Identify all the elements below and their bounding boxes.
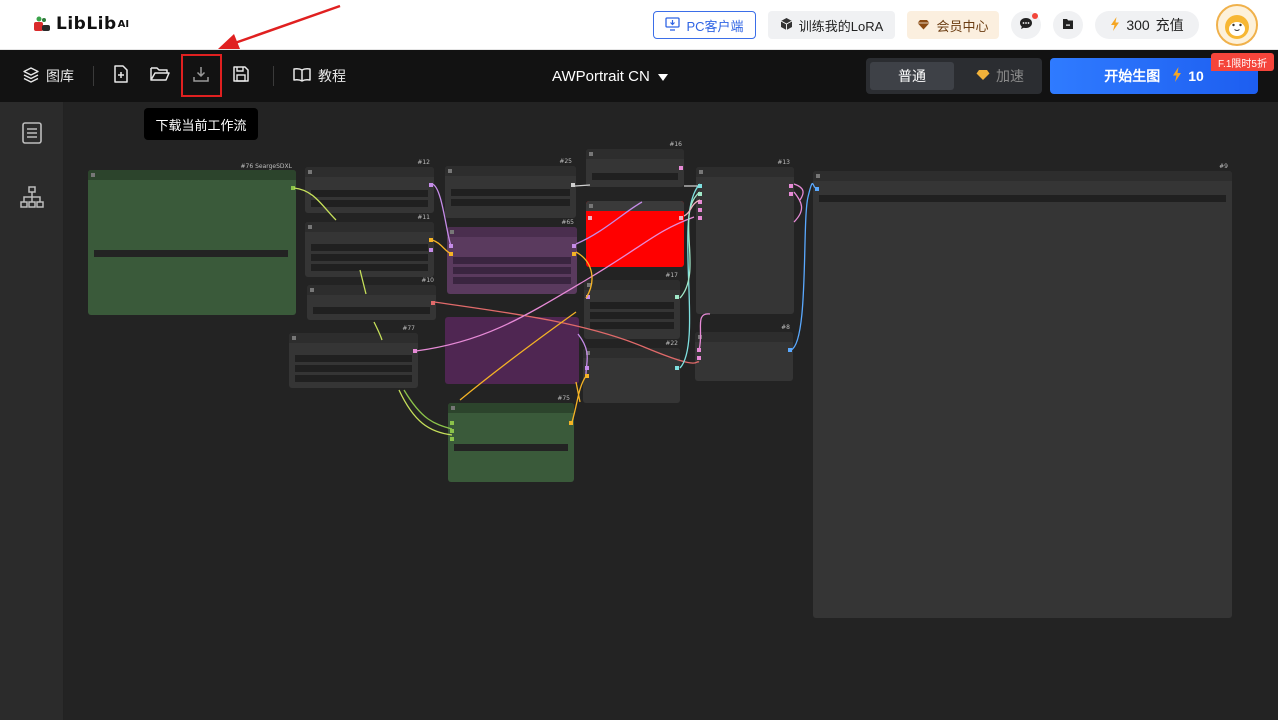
chat-bubble-icon: [1018, 16, 1034, 35]
liblib-logo[interactable]: LibLib AI: [34, 11, 129, 37]
tutorial-button[interactable]: 教程: [292, 63, 346, 89]
mode-normal-option[interactable]: 普通: [870, 62, 954, 90]
promo-badge: F.1限时5折: [1211, 53, 1274, 71]
credits-value: 300: [1126, 17, 1150, 33]
top-header: LibLib AI PC客户端 训练我的LoRA 会员中心 300 充值: [0, 0, 1278, 50]
vip-center-button[interactable]: 会员中心: [907, 11, 999, 39]
gallery-label: 图库: [46, 68, 74, 84]
download-tooltip: 下载当前工作流: [144, 108, 258, 140]
unread-dot: [1032, 13, 1038, 19]
new-workflow-button[interactable]: [109, 64, 133, 88]
book-open-icon: [292, 66, 312, 87]
mode-fast-option[interactable]: 加速: [962, 62, 1038, 90]
diamond-icon: [976, 68, 990, 84]
folder-icon: [1061, 17, 1075, 34]
save-icon: [231, 64, 251, 89]
vip-center-label: 会员中心: [936, 18, 989, 34]
lightning-icon: [1172, 67, 1182, 85]
annotation-arrow-icon: [218, 4, 341, 49]
folder-open-icon: [149, 64, 171, 89]
tutorial-label: 教程: [318, 68, 346, 84]
cube-icon: [780, 17, 793, 34]
pc-client-label: PC客户端: [686, 18, 744, 34]
train-lora-button[interactable]: 训练我的LoRA: [768, 11, 895, 39]
sidebar-item-node-tree[interactable]: [20, 185, 44, 209]
diamond-icon: [917, 18, 930, 33]
gallery-button[interactable]: 图库: [22, 63, 74, 89]
workflow-canvas[interactable]: #76 SeargeSDXL #12 #11 #10 #77 #25 #65 #…: [64, 102, 1278, 720]
toolbar-divider: [93, 66, 94, 86]
lightning-icon: [1110, 16, 1120, 34]
messages-button[interactable]: [1011, 11, 1041, 39]
left-sidebar: [0, 102, 64, 720]
train-lora-label: 训练我的LoRA: [798, 18, 884, 34]
brand-suffix: AI: [117, 18, 130, 30]
brand-name: LibLib: [56, 14, 117, 34]
speed-mode-toggle: 普通 加速: [866, 58, 1042, 94]
mode-fast-label: 加速: [996, 68, 1024, 84]
model-select[interactable]: AWPortrait CN: [552, 65, 668, 87]
document-icon: [20, 122, 44, 149]
model-name: AWPortrait CN: [552, 67, 650, 85]
pc-client-button[interactable]: PC客户端: [653, 11, 756, 39]
hierarchy-icon: [20, 186, 44, 213]
layers-icon: [22, 66, 40, 87]
recharge-label: 充值: [1155, 17, 1184, 33]
sidebar-item-notes[interactable]: [20, 121, 44, 145]
caret-down-icon: [657, 68, 668, 85]
credits-recharge-button[interactable]: 300 充值: [1095, 11, 1199, 39]
node-wires: [293, 183, 818, 436]
monitor-download-icon: [665, 16, 681, 34]
user-avatar[interactable]: [1216, 4, 1258, 46]
generate-label: 开始生图: [1104, 68, 1161, 84]
toolbar-divider: [273, 66, 274, 86]
open-workflow-button[interactable]: [148, 64, 172, 88]
files-button[interactable]: [1053, 11, 1083, 39]
save-workflow-button[interactable]: [229, 64, 253, 88]
download-highlight-box: [181, 54, 222, 97]
generate-cost: 10: [1188, 68, 1204, 84]
logo-mark-icon: [34, 16, 52, 32]
file-plus-icon: [111, 64, 131, 89]
